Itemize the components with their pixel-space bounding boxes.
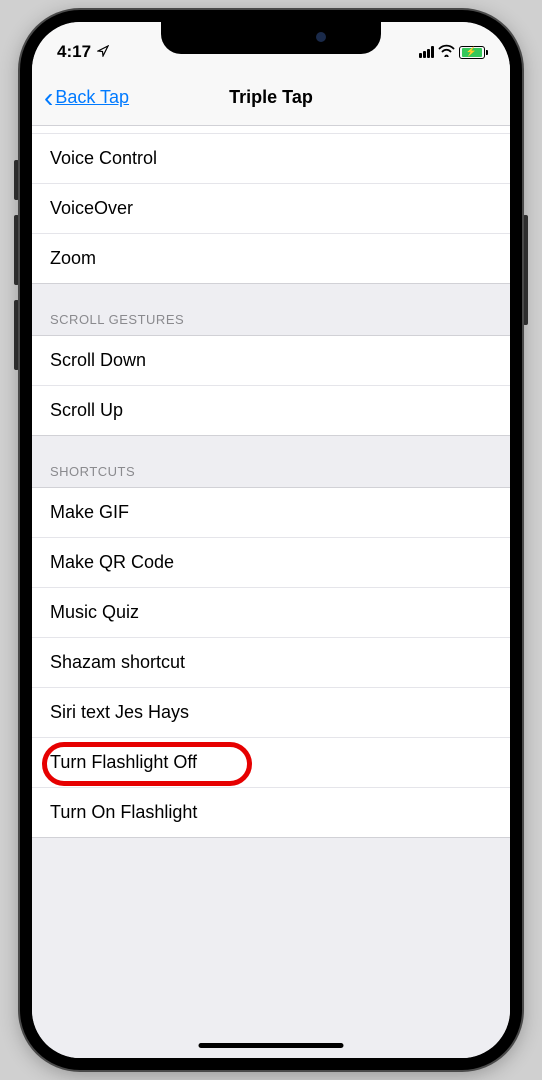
- charging-icon: ⚡: [466, 47, 477, 58]
- device-volume-down: [14, 300, 19, 370]
- list-item-zoom[interactable]: Zoom: [32, 234, 510, 283]
- back-button[interactable]: ‹ Back Tap: [44, 84, 129, 112]
- list-item-voice-control[interactable]: Voice Control: [32, 134, 510, 184]
- list-item-label: Make GIF: [50, 502, 129, 522]
- wifi-icon: [438, 44, 455, 61]
- front-camera-icon: [316, 32, 326, 42]
- navigation-bar: ‹ Back Tap Triple Tap: [32, 70, 510, 126]
- list-item-scroll-down[interactable]: Scroll Down: [32, 336, 510, 386]
- list-item-label: Music Quiz: [50, 602, 139, 622]
- page-title: Triple Tap: [229, 87, 313, 108]
- list-item-music-quiz[interactable]: Music Quiz: [32, 588, 510, 638]
- list-item-scroll-up[interactable]: Scroll Up: [32, 386, 510, 435]
- section-header-shortcuts: SHORTCUTS: [32, 436, 510, 487]
- list-item-label: Zoom: [50, 248, 96, 268]
- section-shortcuts: Make GIF Make QR Code Music Quiz Shazam …: [32, 487, 510, 838]
- list-item-label: VoiceOver: [50, 198, 133, 218]
- status-time: 4:17: [57, 42, 91, 62]
- list-item-make-gif[interactable]: Make GIF: [32, 488, 510, 538]
- list-item-turn-on-flashlight[interactable]: Turn On Flashlight: [32, 788, 510, 837]
- list-item-voiceover[interactable]: VoiceOver: [32, 184, 510, 234]
- section-accessibility: Voice Control VoiceOver Zoom: [32, 126, 510, 284]
- list-item-label: Voice Control: [50, 148, 157, 168]
- list-item-make-qr-code[interactable]: Make QR Code: [32, 538, 510, 588]
- device-volume-up: [14, 215, 19, 285]
- list-item-label: Scroll Down: [50, 350, 146, 370]
- list-item-label: Scroll Up: [50, 400, 123, 420]
- list-item-label: Shazam shortcut: [50, 652, 185, 672]
- section-header-scroll-gestures: SCROLL GESTURES: [32, 284, 510, 335]
- device-mute-switch: [14, 160, 19, 200]
- list-item-label: Turn Flashlight Off: [50, 752, 197, 772]
- content-scroll-area[interactable]: Voice Control VoiceOver Zoom SCROLL GEST…: [32, 126, 510, 1058]
- chevron-left-icon: ‹: [44, 84, 53, 112]
- section-scroll-gestures: Scroll Down Scroll Up: [32, 335, 510, 436]
- screen: 4:17 ⚡: [32, 22, 510, 1058]
- device-notch: [161, 22, 381, 54]
- back-label: Back Tap: [55, 87, 129, 108]
- home-indicator[interactable]: [199, 1043, 344, 1048]
- list-item-label: Turn On Flashlight: [50, 802, 197, 822]
- list-item-label: Siri text Jes Hays: [50, 702, 189, 722]
- cellular-signal-icon: [419, 46, 434, 58]
- device-power-button: [523, 215, 528, 325]
- device-frame: 4:17 ⚡: [20, 10, 522, 1070]
- list-item-siri-text[interactable]: Siri text Jes Hays: [32, 688, 510, 738]
- battery-icon: ⚡: [459, 46, 485, 59]
- list-item-turn-flashlight-off[interactable]: Turn Flashlight Off: [32, 738, 510, 788]
- list-item-label: Make QR Code: [50, 552, 174, 572]
- list-item-partial[interactable]: [32, 126, 510, 134]
- list-item-shazam-shortcut[interactable]: Shazam shortcut: [32, 638, 510, 688]
- location-icon: [97, 45, 109, 60]
